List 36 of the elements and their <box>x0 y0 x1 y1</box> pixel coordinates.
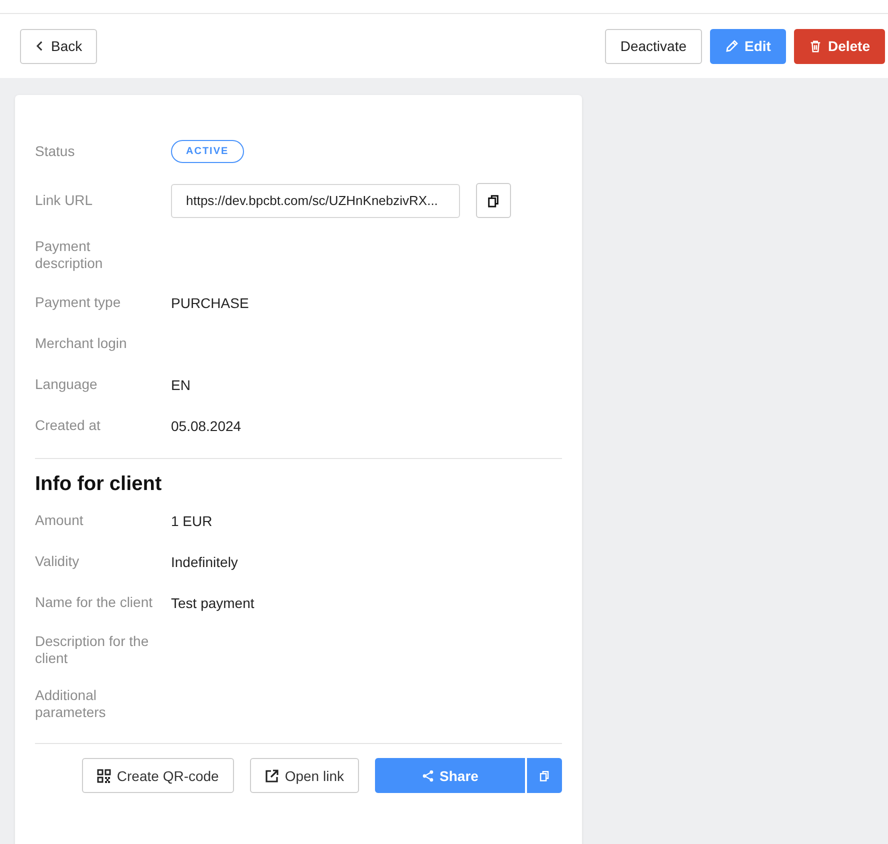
qr-code-icon <box>96 768 111 782</box>
field-label: Merchant login <box>35 335 128 352</box>
field-value: Indefinitely <box>171 554 238 570</box>
field-label: Amount <box>35 512 84 529</box>
deactivate-button[interactable]: Deactivate <box>605 28 702 64</box>
open-link-button[interactable]: Open link <box>250 758 359 793</box>
status-badge: ACTIVE <box>171 140 244 163</box>
link-url-field[interactable]: https://dev.bpcbt.com/sc/UZHnKnebzivRX... <box>171 184 460 218</box>
field-label: Description for the client <box>35 633 150 667</box>
field-label: Link URL <box>35 192 94 209</box>
chevron-left-icon <box>35 41 45 51</box>
field-value: PURCHASE <box>171 294 249 310</box>
copy-icon <box>487 194 500 208</box>
create-qr-code-button[interactable]: Create QR-code <box>82 758 234 793</box>
trash-icon <box>808 40 822 52</box>
field-label: Additional parameters <box>35 687 107 721</box>
field-value: 05.08.2024 <box>171 418 242 434</box>
back-button[interactable]: Back <box>20 28 98 64</box>
field-label: Validity <box>35 553 80 570</box>
field-label: Payment description <box>35 238 104 272</box>
share-icon <box>422 770 434 782</box>
field-label: Payment type <box>35 294 122 311</box>
copy-link-button[interactable] <box>527 758 562 793</box>
field-label: Name for the client <box>35 594 154 611</box>
field-label: Language <box>35 376 98 393</box>
field-value: Test payment <box>171 594 254 610</box>
delete-button[interactable]: Delete <box>794 28 885 64</box>
field-label: Created at <box>35 417 102 434</box>
pencil-icon <box>724 39 739 53</box>
field-value: EN <box>171 376 190 392</box>
field-value: 1 EUR <box>171 512 212 528</box>
section-title: Info for client <box>35 473 163 496</box>
field-label: Status <box>35 143 76 160</box>
external-link-icon <box>264 768 279 782</box>
copy-button[interactable] <box>476 183 511 218</box>
copy-icon <box>539 770 550 782</box>
